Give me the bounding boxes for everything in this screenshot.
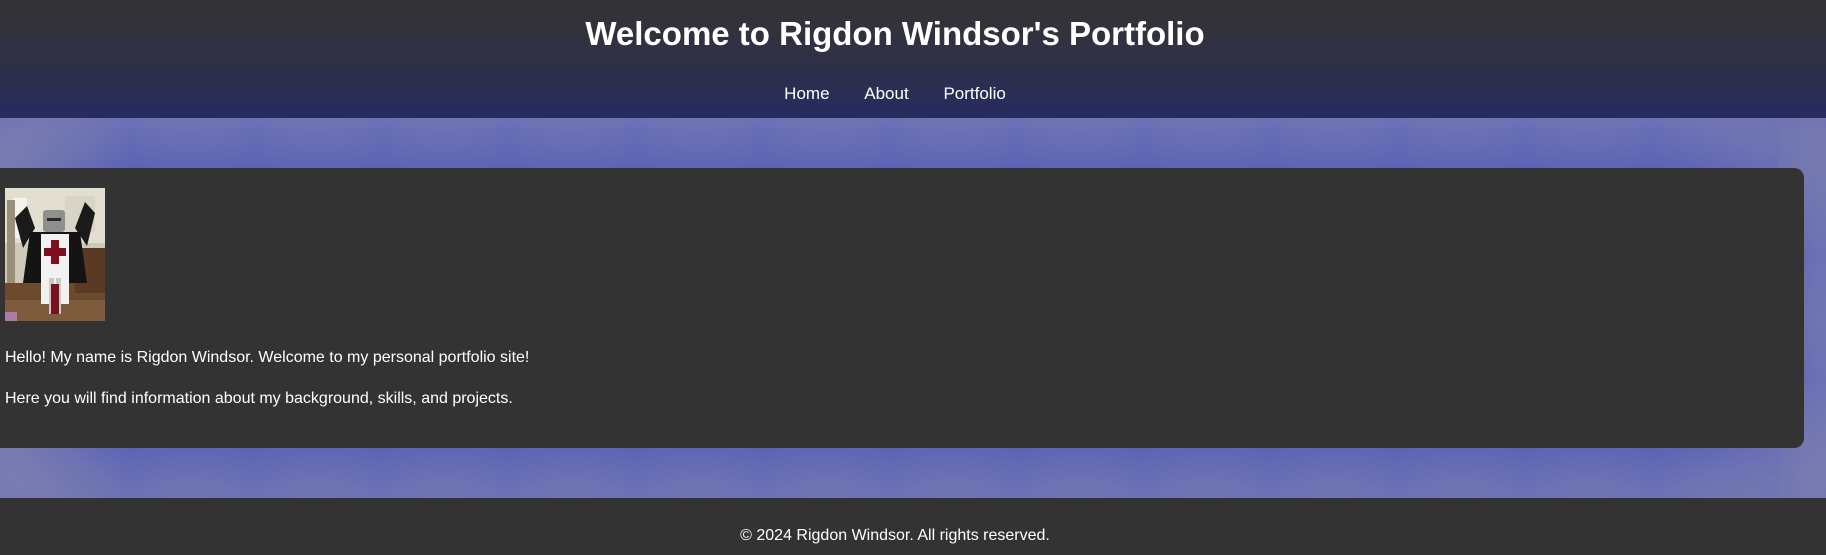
content-card: Hello! My name is Rigdon Windsor. Welcom… xyxy=(0,168,1804,448)
profile-photo xyxy=(5,188,105,321)
nav-link-home[interactable]: Home xyxy=(784,84,829,103)
main-section: Hello! My name is Rigdon Windsor. Welcom… xyxy=(0,118,1826,498)
site-footer: © 2024 Rigdon Windsor. All rights reserv… xyxy=(0,498,1826,555)
footer-copyright: © 2024 Rigdon Windsor. All rights reserv… xyxy=(740,527,1050,544)
site-header: Welcome to Rigdon Windsor's Portfolio Ho… xyxy=(0,0,1826,118)
intro-text-greeting: Hello! My name is Rigdon Windsor. Welcom… xyxy=(5,349,530,366)
nav-link-about[interactable]: About xyxy=(864,84,908,103)
intro-text-info: Here you will find information about my … xyxy=(5,390,513,407)
page-title: Welcome to Rigdon Windsor's Portfolio xyxy=(585,15,1205,52)
nav-link-portfolio[interactable]: Portfolio xyxy=(943,84,1005,103)
main-nav: Home About Portfolio xyxy=(0,83,1790,105)
